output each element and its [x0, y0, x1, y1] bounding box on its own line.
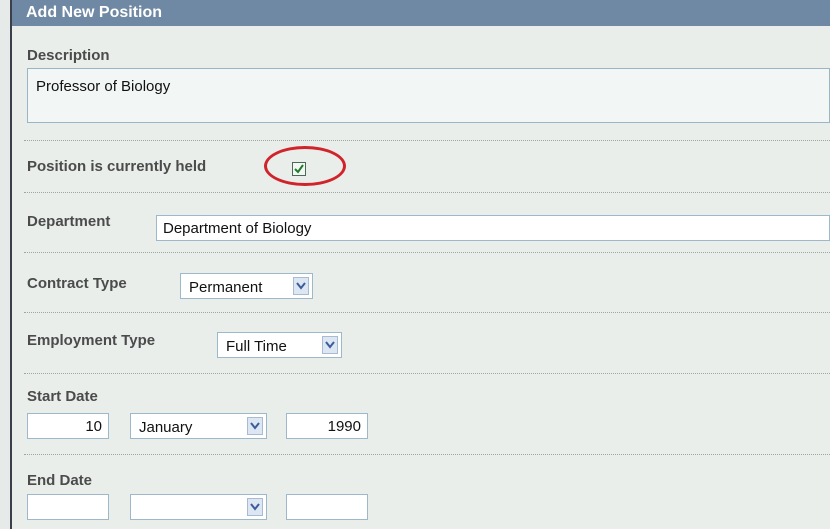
chevron-down-icon — [247, 417, 263, 435]
position-held-label: Position is currently held — [27, 158, 207, 175]
start-date-label: Start Date — [27, 388, 98, 405]
start-month-select[interactable]: January — [130, 413, 267, 439]
employment-type-label: Employment Type — [27, 332, 156, 349]
employment-type-value: Full Time — [226, 338, 287, 355]
employment-type-select[interactable]: Full Time — [217, 332, 342, 358]
panel-header: Add New Position — [12, 0, 830, 26]
description-textarea[interactable]: Professor of Biology — [27, 68, 830, 123]
chevron-down-icon — [293, 277, 309, 295]
panel-title: Add New Position — [26, 4, 162, 21]
divider — [24, 373, 830, 374]
start-year-input[interactable]: 1990 — [286, 413, 368, 439]
end-day-input[interactable] — [27, 494, 109, 520]
department-input[interactable]: Department of Biology — [156, 215, 830, 241]
divider — [24, 454, 830, 455]
contract-type-label: Contract Type — [27, 275, 127, 292]
highlight-circle-annotation — [264, 146, 346, 186]
chevron-down-icon — [247, 498, 263, 516]
start-day-input[interactable]: 10 — [27, 413, 109, 439]
end-year-input[interactable] — [286, 494, 368, 520]
end-date-label: End Date — [27, 472, 93, 489]
description-label: Description — [27, 47, 110, 64]
start-month-value: January — [139, 419, 193, 436]
contract-type-select[interactable]: Permanent — [180, 273, 313, 299]
contract-type-value: Permanent — [189, 279, 263, 296]
department-label: Department — [27, 213, 111, 230]
chevron-down-icon — [322, 336, 338, 354]
divider — [24, 252, 830, 253]
end-month-select[interactable] — [130, 494, 267, 520]
divider — [24, 192, 830, 193]
divider — [24, 140, 830, 141]
divider — [24, 312, 830, 313]
